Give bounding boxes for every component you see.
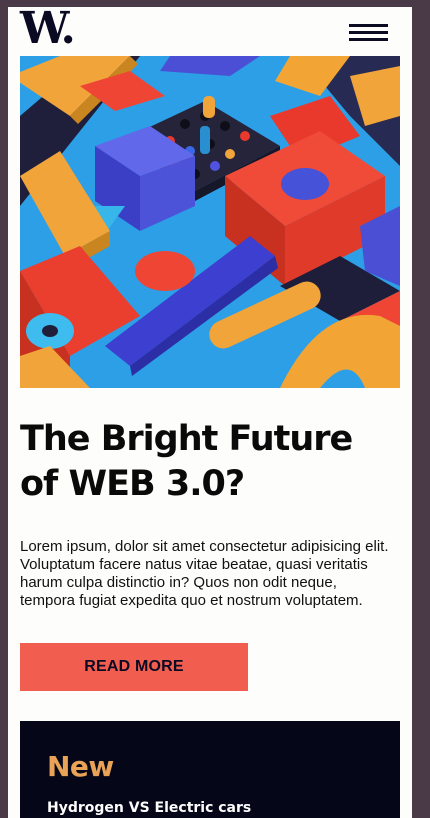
hero-image [20,56,400,388]
site-logo[interactable]: W. [20,7,76,53]
read-more-button[interactable]: READ MORE [20,643,248,691]
hamburger-menu-icon[interactable] [349,24,389,42]
page: W. The Bright Future of WEB 3.0? Lorem i… [8,7,412,818]
article-title: The Bright Future of WEB 3.0? [20,419,353,504]
new-article-link[interactable]: Hydrogen VS Electric cars [47,799,251,817]
new-section-heading: New [47,750,114,783]
site-header: W. [8,7,412,56]
article-excerpt: Lorem ipsum, dolor sit amet consectetur … [20,538,389,609]
new-articles-panel: New Hydrogen VS Electric cars [20,721,400,818]
